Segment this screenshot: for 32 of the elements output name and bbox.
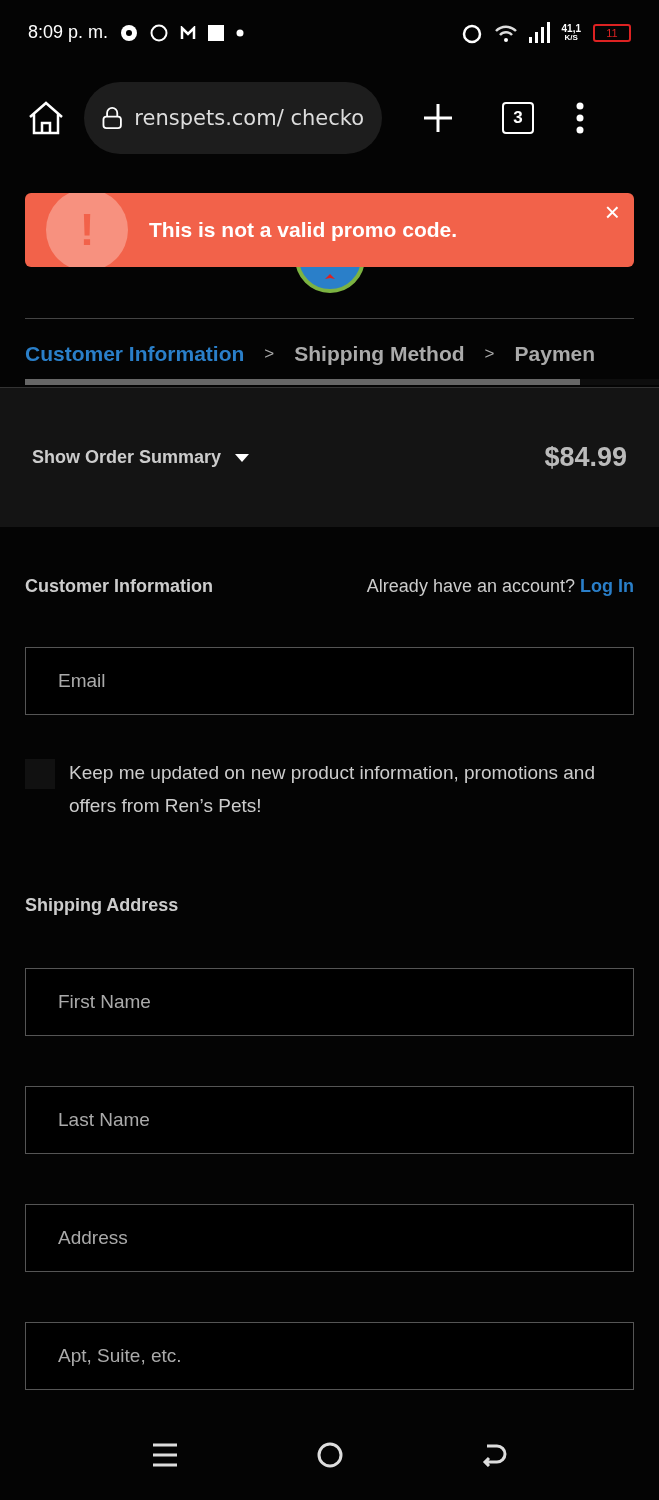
input-field[interactable]: First Name [25, 967, 634, 1036]
input-field[interactable]: Apt, Suite, etc. [25, 1321, 634, 1390]
step-separator: > [264, 344, 275, 364]
network-speed: 41,1 [561, 22, 581, 34]
order-summary-toggle[interactable]: Show Order Summary [32, 447, 250, 468]
checkout-step[interactable]: Shipping Method [294, 342, 465, 366]
battery-level: 11 [593, 23, 631, 42]
account-prompt: Already have an account? Log In [366, 577, 634, 597]
input-field[interactable]: Last Name [25, 1085, 634, 1154]
clock-time: 8:09 p. m. [28, 22, 109, 43]
section-heading: Customer Information [25, 577, 213, 597]
email-field[interactable]: Email [25, 646, 634, 715]
step-separator: > [484, 344, 495, 364]
mail-app-icon [180, 25, 197, 40]
newsletter-label: Keep me updated on new product information, promotions and offers from Ren’s Pets! [69, 760, 596, 818]
toast-message: This is not a valid promo code. [149, 218, 459, 242]
speed-unit: K/S [564, 33, 578, 43]
section-heading: Shipping Address [25, 895, 180, 916]
checkout-step[interactable]: Customer Information [25, 342, 245, 366]
dot-icon [236, 28, 245, 37]
checkout-step[interactable]: Paymen [514, 342, 596, 366]
signal-icon [528, 22, 550, 43]
alert-icon: ! [46, 193, 128, 267]
order-total: $84.99 [544, 442, 627, 473]
wifi-icon [494, 23, 517, 42]
recent-apps-icon[interactable] [152, 1443, 178, 1467]
tab-count[interactable]: 3 [502, 101, 534, 134]
back-icon[interactable] [481, 1443, 507, 1467]
address-bar[interactable]: renspets.com/ checko [84, 81, 382, 154]
input-field[interactable]: Address [25, 1203, 634, 1272]
login-link[interactable]: Log In [580, 576, 634, 596]
home-circle-icon[interactable] [316, 1442, 343, 1468]
